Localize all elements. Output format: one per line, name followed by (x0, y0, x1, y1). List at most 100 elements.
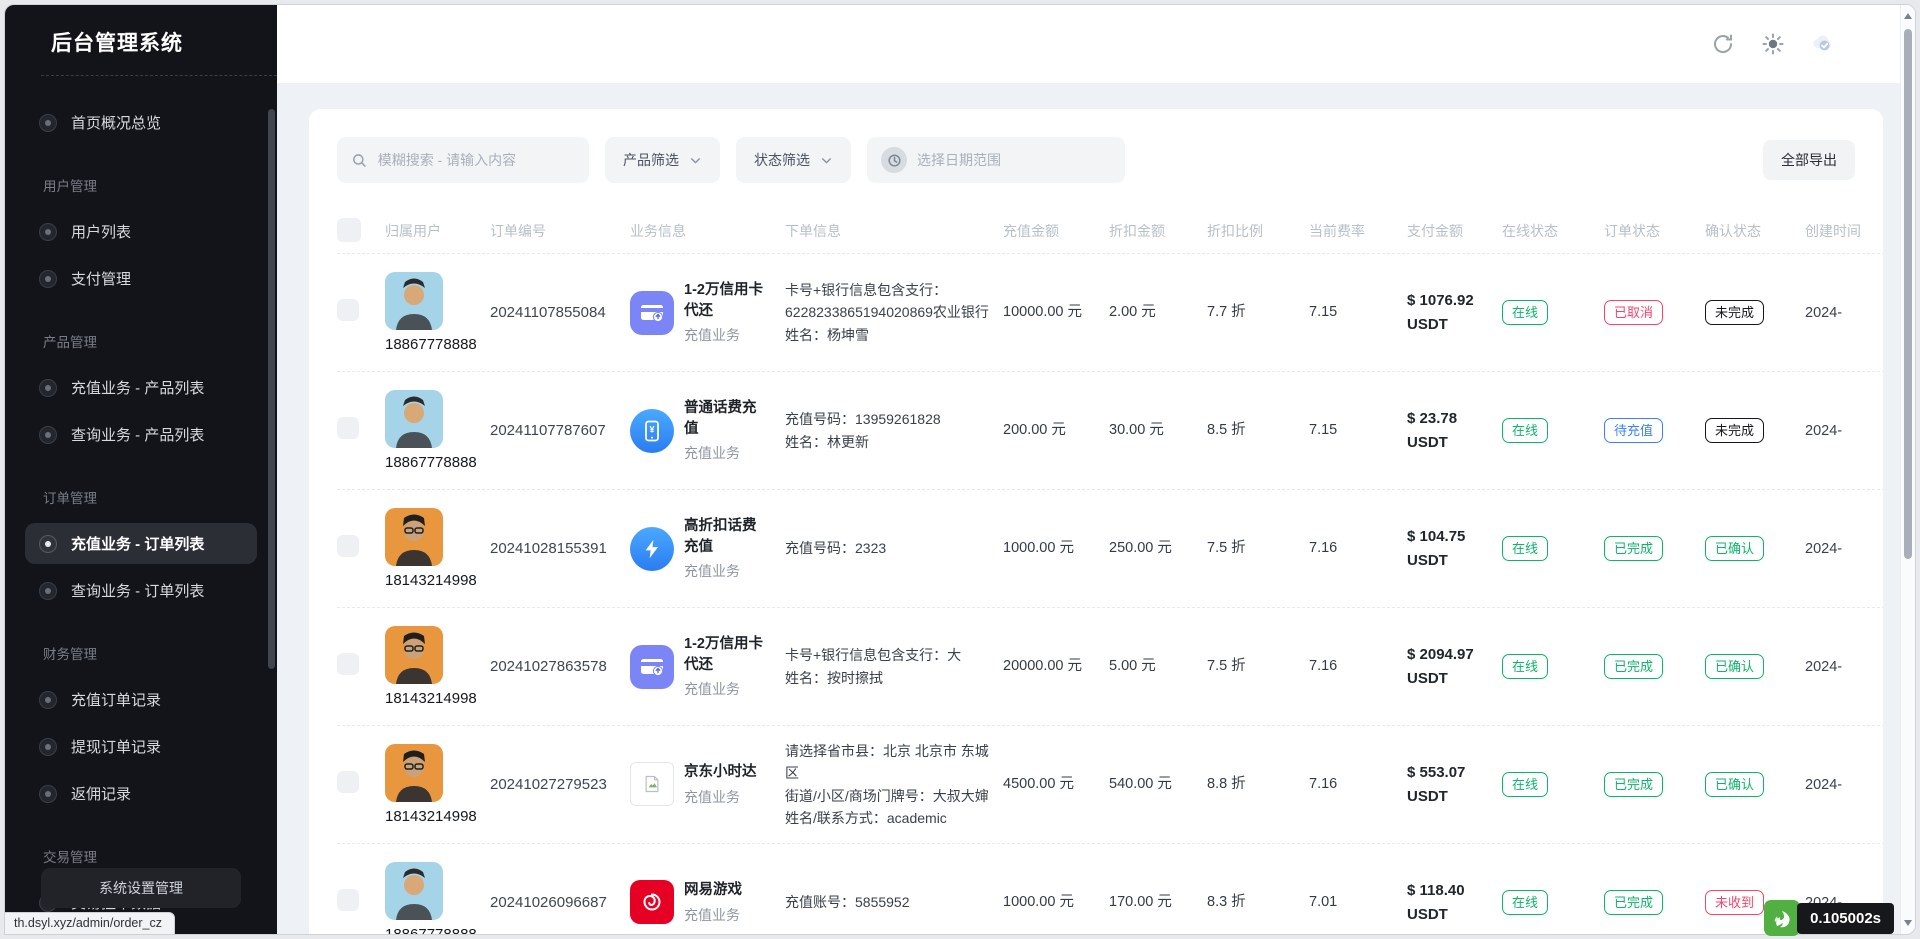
svg-text:¥: ¥ (649, 424, 654, 434)
search-input[interactable] (378, 152, 575, 168)
export-all-button[interactable]: 全部导出 (1763, 140, 1855, 180)
orders-card: 产品筛选 状态筛选 选择日期范围 (309, 109, 1883, 934)
order-number: 20241027279523 (490, 776, 630, 793)
product-name: 1-2万信用卡代还 (684, 634, 770, 676)
product-name: 网易游戏 (684, 880, 742, 901)
scroll-up-arrow-icon[interactable] (1904, 13, 1912, 19)
fee-rate: 7.01 (1309, 892, 1407, 914)
order-status-badge: 待充值 (1604, 418, 1663, 444)
product-filter-dropdown[interactable]: 产品筛选 (605, 137, 720, 183)
search-input-wrap (337, 137, 589, 183)
online-status-badge: 在线 (1502, 300, 1548, 326)
record-icon (39, 223, 57, 241)
date-range-picker[interactable]: 选择日期范围 (867, 137, 1125, 183)
table-row: 18867778888 20241107855084 1-2万信用卡代还 充值业… (337, 253, 1883, 371)
product-category: 充值业务 (684, 443, 770, 463)
order-info: 卡号+银行信息包含支行：大姓名：按时擦拭 (785, 644, 1003, 689)
sidebar-item-user-list[interactable]: 用户列表 (25, 211, 257, 252)
user-phone: 18143214998 (385, 572, 477, 589)
fee-rate: 7.16 (1309, 538, 1407, 560)
phone-yuan-icon: ¥ (630, 409, 674, 453)
table-row: 18143214998 20241027279523 京东小时达 充值业务 (337, 725, 1883, 843)
sidebar-item-rebate-records[interactable]: 返佣记录 (25, 773, 257, 814)
discount-rate: 7.5 折 (1207, 656, 1309, 678)
row-checkbox[interactable] (337, 535, 359, 557)
online-status-badge: 在线 (1502, 418, 1548, 444)
online-status-badge: 在线 (1502, 772, 1548, 798)
link-preview-statusbar: th.dsyl.xyz/admin/order_cz (4, 912, 175, 935)
recharge-amount: 1000.00 元 (1003, 538, 1109, 560)
recharge-amount: 20000.00 元 (1003, 656, 1109, 678)
scrollbar-thumb[interactable] (1904, 29, 1912, 559)
pay-amount: $ 118.40USDT (1407, 879, 1502, 926)
confirm-status-badge: 已确认 (1705, 654, 1764, 680)
table-row: 18143214998 20241028155391 高折扣话费充值 充值业务 (337, 489, 1883, 607)
bolt-icon (630, 527, 674, 571)
sidebar-scrollbar-thumb[interactable] (268, 109, 275, 669)
sidebar-item-recharge-orders[interactable]: 充值业务 - 订单列表 (25, 523, 257, 564)
order-status-badge: 已完成 (1604, 772, 1663, 798)
sidebar-section-orders: 订单管理 (5, 461, 277, 517)
confirm-status-badge: 未完成 (1705, 418, 1764, 444)
sync-check-icon[interactable] (1811, 32, 1835, 56)
table-header: 归属用户 订单编号 业务信息 下单信息 充值金额 折扣金额 折扣比例 当前费率 … (337, 209, 1883, 253)
discount-amount: 540.00 元 (1109, 774, 1207, 796)
app-title: 后台管理系统 (5, 5, 277, 75)
scroll-down-arrow-icon[interactable] (1904, 920, 1912, 926)
record-icon (39, 691, 57, 709)
page-load-time-badge[interactable]: 0.105002s (1764, 900, 1894, 936)
sidebar-item-payment-mgmt[interactable]: 支付管理 (25, 258, 257, 299)
user-phone: 18867778888 (385, 926, 477, 934)
discount-rate: 7.5 折 (1207, 538, 1309, 560)
order-status-badge: 已完成 (1604, 536, 1663, 562)
order-info: 充值号码：13959261828姓名：林更新 (785, 408, 1003, 453)
discount-amount: 5.00 元 (1109, 656, 1207, 678)
sidebar-item-withdraw-records[interactable]: 提现订单记录 (25, 726, 257, 767)
row-checkbox[interactable] (337, 417, 359, 439)
recharge-amount: 10000.00 元 (1003, 302, 1109, 324)
discount-amount: 30.00 元 (1109, 420, 1207, 442)
orders-table: 归属用户 订单编号 业务信息 下单信息 充值金额 折扣金额 折扣比例 当前费率 … (337, 209, 1883, 934)
record-icon (39, 785, 57, 803)
status-filter-dropdown[interactable]: 状态筛选 (736, 137, 851, 183)
order-number: 20241026096687 (490, 894, 630, 911)
user-phone: 18143214998 (385, 690, 477, 707)
netease-icon (630, 880, 674, 924)
theme-brightness-icon[interactable] (1761, 32, 1785, 56)
table-row: 18143214998 20241027863578 1-2万信用卡代还 充值业… (337, 607, 1883, 725)
row-checkbox[interactable] (337, 653, 359, 675)
sidebar-item-query-orders[interactable]: 查询业务 - 订单列表 (25, 570, 257, 611)
order-status-badge: 已完成 (1604, 890, 1663, 916)
system-settings-button[interactable]: 系统设置管理 (41, 868, 241, 908)
order-number: 20241107855084 (490, 304, 630, 321)
sidebar-section-users: 用户管理 (5, 149, 277, 205)
sidebar-item-query-products[interactable]: 查询业务 - 产品列表 (25, 414, 257, 455)
avatar (385, 272, 443, 330)
product-category: 充值业务 (684, 325, 770, 345)
row-checkbox[interactable] (337, 771, 359, 793)
recharge-amount: 200.00 元 (1003, 420, 1109, 442)
created-time: 2024- (1805, 659, 1883, 675)
confirm-status-badge: 未收到 (1705, 890, 1764, 916)
product-category: 充值业务 (684, 905, 742, 925)
vertical-scrollbar (1900, 5, 1915, 934)
credit-card-icon (630, 645, 674, 689)
discount-amount: 170.00 元 (1109, 892, 1207, 914)
product-category: 充值业务 (684, 561, 770, 581)
row-checkbox[interactable] (337, 889, 359, 911)
order-number: 20241027863578 (490, 658, 630, 675)
refresh-icon[interactable] (1711, 32, 1735, 56)
created-time: 2024- (1805, 423, 1883, 439)
credit-card-icon (630, 291, 674, 335)
online-status-badge: 在线 (1502, 536, 1548, 562)
record-icon (39, 535, 57, 553)
fee-rate: 7.16 (1309, 656, 1407, 678)
record-icon (39, 738, 57, 756)
sidebar-item-recharge-products[interactable]: 充值业务 - 产品列表 (25, 367, 257, 408)
sidebar-item-dashboard[interactable]: 首页概况总览 (25, 102, 257, 143)
select-all-checkbox[interactable] (337, 218, 361, 242)
row-checkbox[interactable] (337, 299, 359, 321)
pay-amount: $ 104.75USDT (1407, 525, 1502, 572)
sidebar-item-recharge-records[interactable]: 充值订单记录 (25, 679, 257, 720)
order-info: 卡号+银行信息包含支行：6228233865194020869农业银行姓名：杨坤… (785, 279, 1003, 346)
